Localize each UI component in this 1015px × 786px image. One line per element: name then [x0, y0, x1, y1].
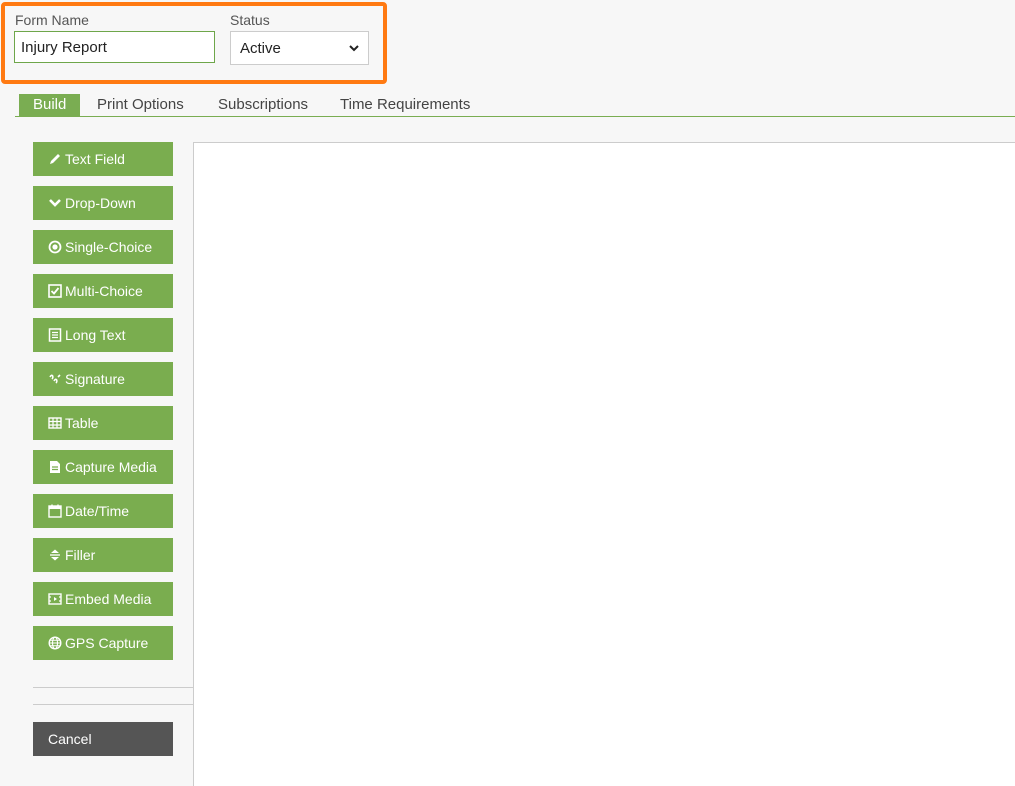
status-selected-value: Active	[240, 39, 281, 57]
divider	[33, 687, 193, 688]
tool-label: Date/Time	[65, 503, 130, 519]
calendar-icon	[47, 504, 62, 519]
gps-capture-button[interactable]: GPS Capture	[33, 626, 173, 660]
table-button[interactable]: Table	[33, 406, 173, 440]
tool-label: Table	[65, 415, 99, 431]
file-icon	[47, 460, 62, 475]
tool-label: Filler	[65, 547, 96, 563]
tool-label: Embed Media	[65, 591, 152, 607]
cancel-button[interactable]: Cancel	[33, 722, 173, 756]
tool-label: Multi-Choice	[65, 283, 143, 299]
long-text-button[interactable]: Long Text	[33, 318, 173, 352]
pencil-icon	[47, 152, 62, 167]
tool-label: Single-Choice	[65, 239, 153, 255]
table-icon	[47, 416, 62, 431]
tab-time-requirements[interactable]: Time Requirements	[326, 94, 484, 116]
date-time-button[interactable]: Date/Time	[33, 494, 173, 528]
chevron-down-icon	[349, 45, 359, 52]
tab-build[interactable]: Build	[19, 94, 81, 116]
tool-label: Text Field	[65, 151, 125, 167]
tool-label: Drop-Down	[65, 195, 136, 211]
capture-media-button[interactable]: Capture Media	[33, 450, 173, 484]
tool-label: Long Text	[65, 327, 126, 343]
tool-label: Signature	[65, 371, 125, 387]
signature-button[interactable]: Signature	[33, 362, 173, 396]
single-choice-button[interactable]: Single-Choice	[33, 230, 173, 264]
form-canvas[interactable]	[193, 142, 1015, 786]
tool-label: GPS Capture	[65, 635, 149, 651]
text-field-button[interactable]: Text Field	[33, 142, 173, 176]
status-label: Status	[230, 12, 270, 28]
form-name-label: Form Name	[15, 12, 89, 28]
divider	[33, 704, 193, 705]
radio-icon	[47, 240, 62, 255]
checkbox-icon	[47, 284, 62, 299]
film-icon	[47, 592, 62, 607]
document-lines-icon	[47, 328, 62, 343]
form-name-input[interactable]	[14, 31, 215, 63]
tab-bar: Build Print Options Subscriptions Time R…	[15, 94, 1015, 117]
signature-icon	[47, 372, 62, 387]
tab-print-options[interactable]: Print Options	[83, 94, 198, 116]
form-builder-page: Form Name Status Active Build Print Opti…	[0, 0, 1015, 786]
tab-subscriptions[interactable]: Subscriptions	[204, 94, 322, 116]
drop-down-button[interactable]: Drop-Down	[33, 186, 173, 220]
embed-media-button[interactable]: Embed Media	[33, 582, 173, 616]
vertical-resize-icon	[47, 548, 62, 563]
filler-button[interactable]: Filler	[33, 538, 173, 572]
status-select[interactable]: Active	[230, 31, 369, 65]
tool-label: Capture Media	[65, 459, 157, 475]
multi-choice-button[interactable]: Multi-Choice	[33, 274, 173, 308]
globe-icon	[47, 636, 62, 651]
chevron-down-icon	[47, 196, 62, 211]
